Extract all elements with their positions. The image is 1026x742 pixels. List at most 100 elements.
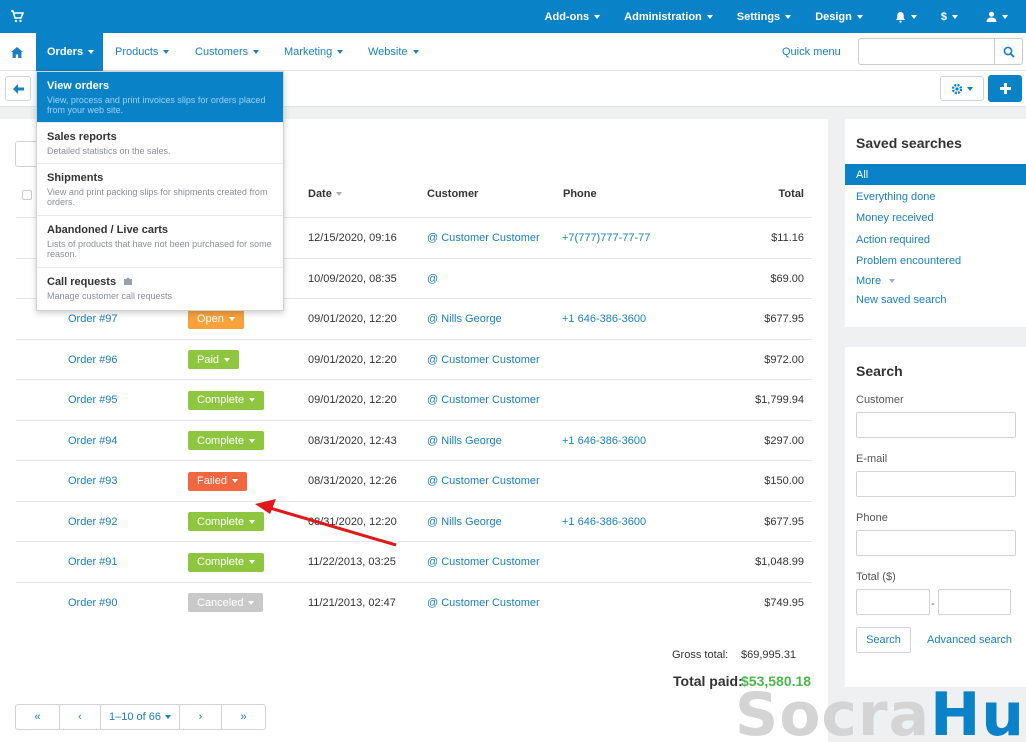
status-dropdown[interactable]: Failed: [188, 471, 247, 491]
chevron-down-icon: [163, 50, 170, 54]
order-link[interactable]: Order #94: [68, 421, 118, 461]
last-page-button[interactable]: »: [222, 705, 265, 729]
phone-link[interactable]: +1 646-386-3600: [562, 502, 646, 542]
advanced-search-link[interactable]: Advanced search: [927, 634, 1012, 646]
customer-link[interactable]: @ Nills George: [427, 421, 502, 461]
currency-menu[interactable]: $: [941, 11, 958, 23]
nav-marketing[interactable]: Marketing: [284, 33, 344, 71]
phone-link[interactable]: +1 646-386-3600: [562, 299, 646, 339]
global-search-input[interactable]: [858, 38, 1023, 65]
saved-search-problem-encountered[interactable]: Problem encountered: [845, 250, 1026, 271]
first-page-button[interactable]: «: [16, 705, 60, 729]
topnav-addons-label: Add-ons: [544, 10, 590, 23]
menu-item-desc: View, process and print invoices slips f…: [47, 95, 266, 115]
customer-link[interactable]: @ Customer Customer: [427, 542, 540, 582]
status-dropdown[interactable]: Paid: [188, 350, 240, 369]
status-dropdown[interactable]: Open: [188, 309, 244, 329]
new-saved-search-link[interactable]: New saved search: [845, 289, 1026, 310]
order-date: 11/22/2013, 03:25: [308, 556, 396, 568]
customer-link[interactable]: @ Nills George: [427, 299, 502, 339]
chevron-down-icon: [910, 14, 917, 19]
column-header-date[interactable]: Date: [308, 188, 342, 200]
order-link[interactable]: Order #92: [68, 502, 118, 542]
status-dropdown[interactable]: Complete: [188, 390, 265, 410]
order-link[interactable]: Order #93: [68, 461, 118, 501]
phone-link[interactable]: +1 646-386-3600: [562, 421, 646, 461]
nav-website[interactable]: Website: [368, 33, 419, 71]
topnav-addons[interactable]: Add-ons: [545, 11, 601, 23]
menu-item-shipments[interactable]: Shipments View and print packing slips f…: [37, 164, 283, 216]
customer-field[interactable]: [856, 412, 1016, 438]
prev-page-button[interactable]: ‹: [60, 705, 101, 729]
plus-icon: [999, 83, 1011, 94]
order-date: 12/15/2020, 09:16: [308, 232, 397, 244]
home-button[interactable]: [0, 33, 33, 71]
status-dropdown[interactable]: Complete: [188, 552, 265, 572]
order-link[interactable]: Order #91: [68, 542, 118, 582]
menu-item-view-orders[interactable]: View orders View, process and print invo…: [37, 72, 283, 123]
saved-search-everything-done[interactable]: Everything done: [845, 186, 1026, 207]
user-menu[interactable]: [986, 11, 1008, 22]
phone-field[interactable]: [856, 530, 1016, 556]
chevron-down-icon: [967, 86, 973, 91]
currency-label: $: [940, 10, 947, 23]
customer-link[interactable]: @ Customer Customer: [427, 340, 540, 380]
menu-item-abandoned-carts[interactable]: Abandoned / Live carts Lists of products…: [37, 216, 283, 268]
saved-search-all[interactable]: All: [845, 164, 1026, 185]
back-button[interactable]: [5, 76, 31, 101]
order-link[interactable]: Order #96: [68, 340, 118, 380]
topnav-design[interactable]: Design: [815, 11, 863, 23]
page-range-selector[interactable]: 1–10 of 66: [101, 705, 180, 729]
customer-link[interactable]: @: [427, 259, 438, 299]
add-order-button[interactable]: [988, 75, 1022, 102]
saved-search-action-required[interactable]: Action required: [845, 229, 1026, 250]
menu-item-call-requests[interactable]: Call requests Manage customer call reque…: [37, 268, 283, 310]
customer-link[interactable]: @ Customer Customer: [427, 461, 540, 501]
table-row: Order #91 Complete 11/22/2013, 03:25 @ Cust…: [16, 541, 812, 581]
order-date: 08/31/2020, 12:26: [308, 475, 397, 487]
topnav-administration[interactable]: Administration: [624, 11, 713, 23]
status-cell: Complete: [188, 421, 265, 461]
notifications-menu[interactable]: [895, 11, 917, 23]
next-page-button[interactable]: ›: [180, 705, 222, 729]
menu-item-sales-reports[interactable]: Sales reports Detailed statistics on the…: [37, 123, 283, 164]
order-link[interactable]: Order #95: [68, 380, 118, 420]
saved-search-money-received[interactable]: Money received: [845, 207, 1026, 228]
customer-link[interactable]: @ Nills George: [427, 502, 502, 542]
chevron-down-icon: [249, 519, 256, 524]
chevron-down-icon: [88, 50, 95, 54]
customer-link[interactable]: @ Customer Customer: [427, 583, 540, 623]
home-icon: [10, 46, 23, 58]
order-link[interactable]: Order #90: [68, 583, 118, 623]
topnav-settings[interactable]: Settings: [736, 10, 792, 23]
table-row: Order #93 Failed 08/31/2020, 12:26 @ Custom…: [16, 460, 812, 500]
email-field[interactable]: [856, 471, 1016, 497]
column-header-customer[interactable]: Customer: [427, 188, 478, 200]
select-all-checkbox[interactable]: [22, 190, 32, 200]
global-search-button[interactable]: [994, 39, 1022, 64]
search-button[interactable]: Search: [856, 627, 911, 653]
nav-orders[interactable]: Orders: [36, 33, 103, 71]
total-to-field[interactable]: [938, 589, 1011, 615]
status-dropdown[interactable]: Complete: [188, 512, 265, 531]
nav-customers[interactable]: Customers: [195, 33, 260, 71]
topnav-settings-label: Settings: [736, 10, 781, 23]
settings-dropdown-button[interactable]: [940, 76, 984, 101]
customer-link[interactable]: @ Customer Customer: [427, 380, 540, 420]
column-header-phone[interactable]: Phone: [563, 188, 597, 200]
cart-icon[interactable]: [10, 9, 24, 23]
total-from-field[interactable]: [856, 589, 930, 615]
customer-link[interactable]: @ Customer Customer: [427, 218, 540, 258]
saved-search-more[interactable]: More: [845, 270, 1026, 291]
quick-menu-link[interactable]: Quick menu: [782, 33, 841, 71]
nav-products[interactable]: Products: [115, 33, 170, 71]
order-date: 09/01/2020, 12:20: [308, 313, 397, 325]
phone-link[interactable]: +7(777)777-77-77: [562, 218, 650, 258]
chevron-down-icon: [165, 715, 171, 719]
chevron-down-icon: [952, 14, 958, 19]
order-date: 09/01/2020, 12:20: [308, 394, 397, 406]
status-dropdown[interactable]: Complete: [188, 431, 265, 450]
chevron-down-icon: [231, 479, 238, 483]
column-header-total[interactable]: Total: [760, 188, 804, 200]
status-dropdown[interactable]: Canceled: [188, 593, 264, 612]
